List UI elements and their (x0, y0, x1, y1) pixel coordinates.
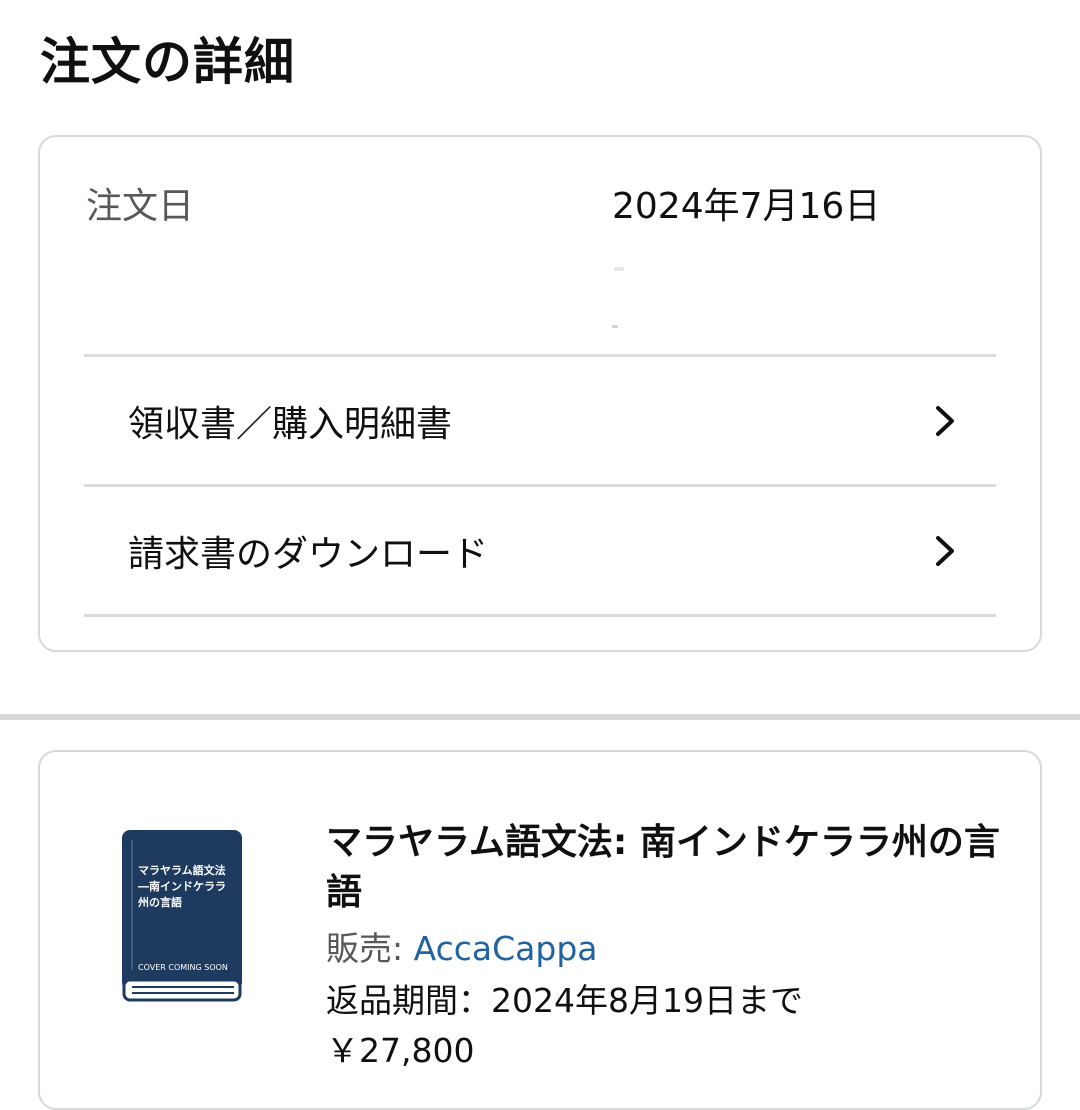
redacted-mark (614, 267, 624, 271)
cover-title-line: マラヤラム語文法 (138, 863, 226, 877)
chevron-right-icon (936, 406, 954, 436)
page-title: 注文の詳細 (40, 33, 295, 91)
order-date-label: 注文日 (86, 186, 195, 227)
cover-footer-text: COVER COMING SOON (138, 963, 228, 972)
order-date-row: 注文日 2024年7月16日 (86, 177, 1000, 328)
receipt-link-row[interactable]: 領収書／購入明細書 (84, 357, 996, 485)
invoice-download-label: 請求書のダウンロード (128, 534, 489, 575)
section-separator (0, 714, 1080, 720)
redacted-mark (612, 325, 618, 328)
chevron-right-icon (936, 536, 954, 566)
seller-link[interactable]: AccaCappa (414, 929, 598, 968)
seller-info: 販売: AccaCappa (326, 922, 598, 970)
return-window-text: 返品期間：2024年8月19日まで (326, 981, 803, 1020)
cover-title-line: ―南インドケララ (138, 879, 226, 893)
order-date-value: 2024年7月16日 (612, 186, 881, 227)
invoice-download-row[interactable]: 請求書のダウンロード (84, 487, 996, 615)
item-title-link[interactable]: マラヤラム語文法: 南インドケララ州の言語 (326, 818, 1016, 918)
divider (84, 614, 996, 617)
seller-label: 販売: (326, 929, 414, 968)
book-cover-image[interactable]: マラヤラム語文法 ―南インドケララ 州の言語 COVER COMING SOON (122, 830, 242, 1002)
order-item-card: マラヤラム語文法 ―南インドケララ 州の言語 COVER COMING SOON… (38, 750, 1042, 1110)
receipt-link-label: 領収書／購入明細書 (128, 404, 453, 445)
order-summary-card: 注文日 2024年7月16日 領収書／購入明細書 請求書のダウンロード (38, 135, 1042, 652)
cover-title-line: 州の言語 (137, 895, 182, 909)
item-price: ￥27,800 (326, 1031, 475, 1070)
